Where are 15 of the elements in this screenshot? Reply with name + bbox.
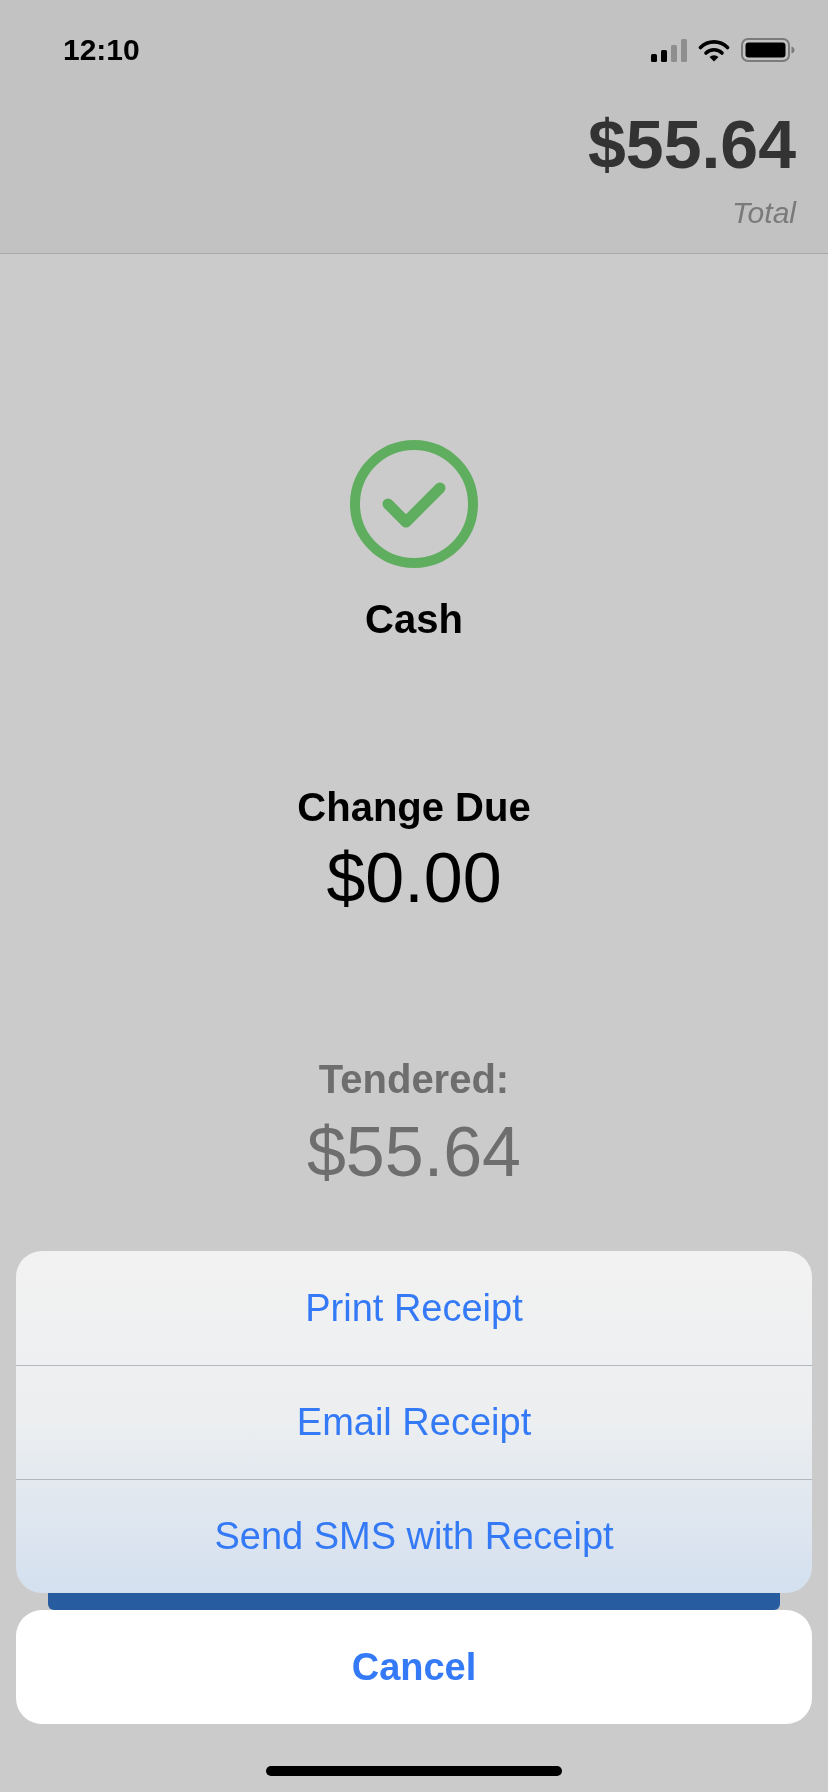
status-time: 12:10 [63,33,140,67]
wifi-icon [698,38,730,62]
cancel-button[interactable]: Cancel [16,1610,812,1724]
total-amount: $55.64 [588,110,796,178]
battery-icon [741,38,795,62]
total-label: Total [732,198,796,228]
payment-method: Cash [365,599,463,639]
check-circle-icon [350,440,478,568]
tendered-label: Tendered: [318,1059,510,1099]
action-sheet-option[interactable]: Email Receipt [16,1365,812,1479]
change-due-amount: $0.00 [326,843,502,913]
tendered-amount: $55.64 [306,1117,522,1187]
action-sheet-option[interactable]: Print Receipt [16,1251,812,1365]
signal-icon [651,38,687,62]
change-due-label: Change Due [297,787,531,827]
